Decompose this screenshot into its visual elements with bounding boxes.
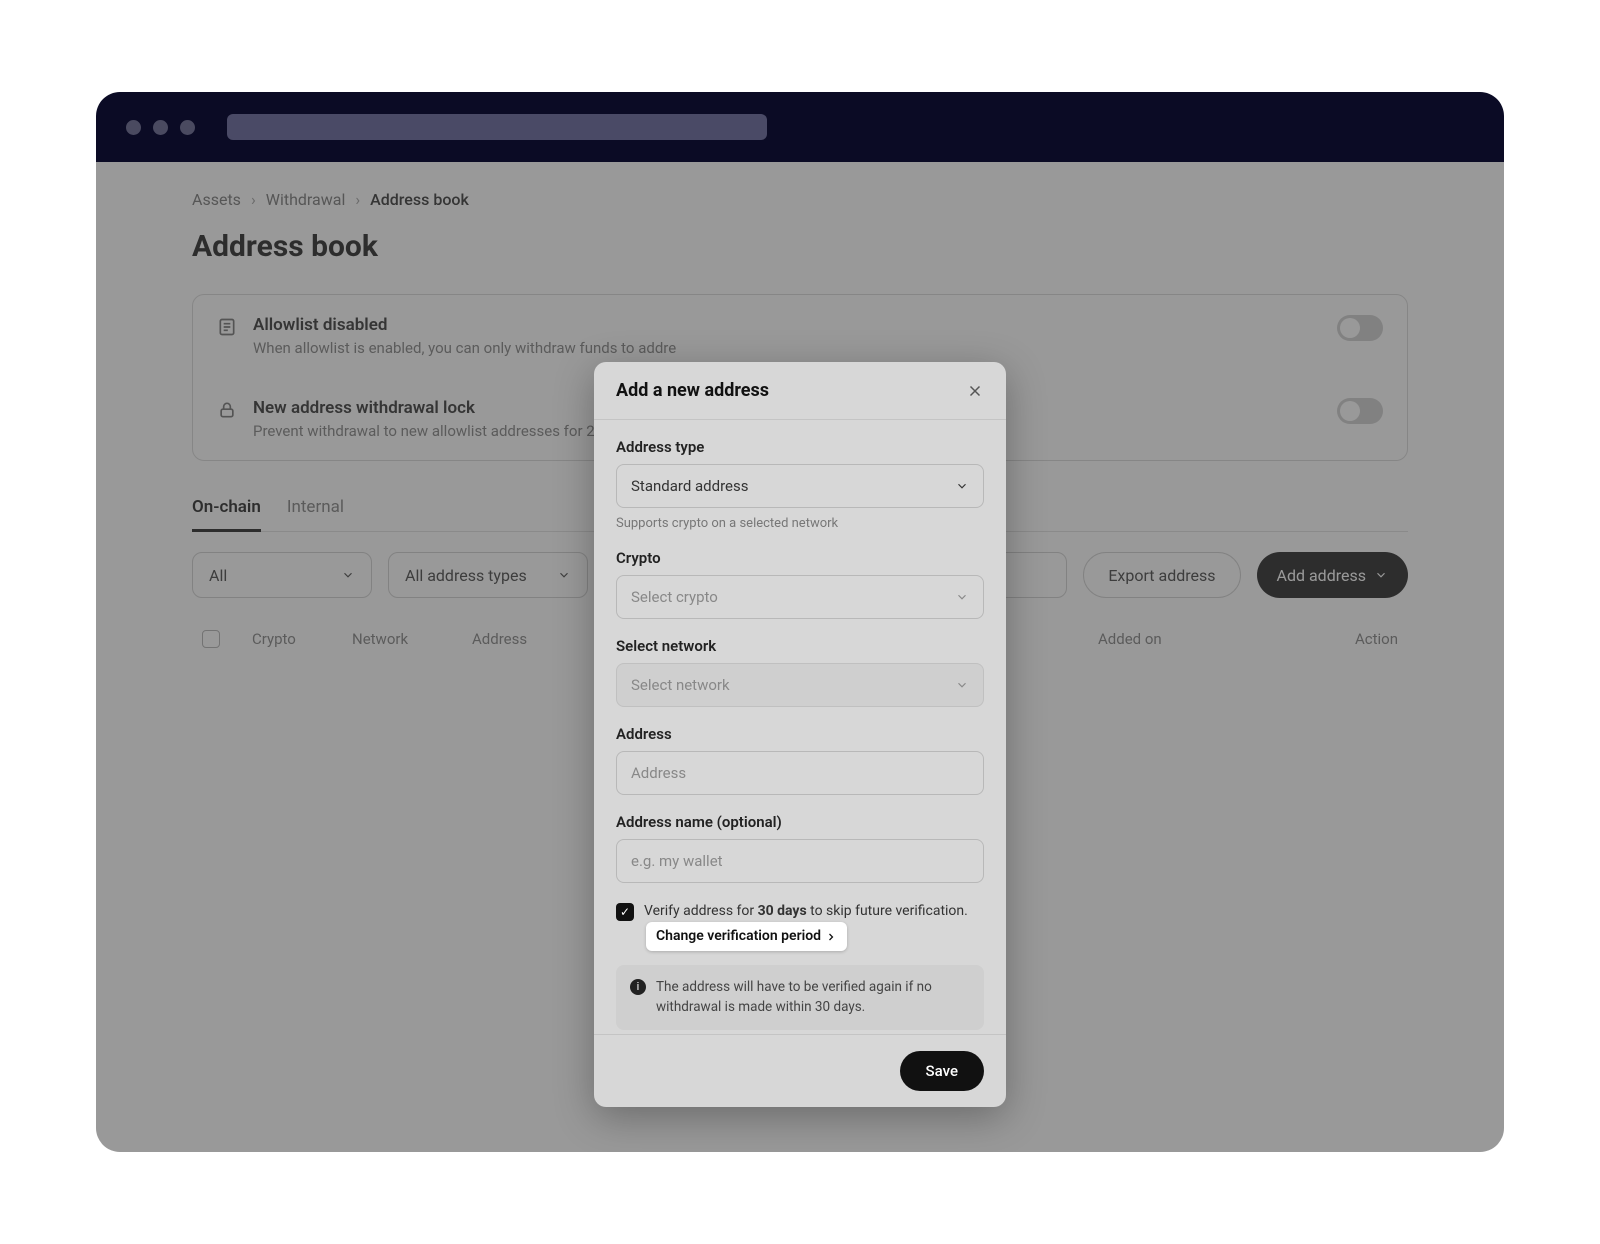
browser-titlebar: [96, 92, 1504, 162]
network-label: Select network: [616, 637, 984, 655]
address-type-hint: Supports crypto on a selected network: [616, 516, 984, 531]
chevron-down-icon: [955, 479, 969, 493]
address-type-value: Standard address: [631, 477, 748, 495]
traffic-light-close-icon: [126, 120, 141, 135]
address-type-label: Address type: [616, 438, 984, 456]
change-period-label: Change verification period: [656, 926, 821, 947]
page-area: Assets › Withdrawal › Address book Addre…: [96, 162, 1504, 1152]
change-verification-period-button[interactable]: Change verification period: [646, 922, 847, 951]
chevron-down-icon: [955, 678, 969, 692]
save-button[interactable]: Save: [900, 1051, 984, 1091]
outer-frame: Assets › Withdrawal › Address book Addre…: [40, 36, 1560, 1208]
traffic-light-min-icon: [153, 120, 168, 135]
verify-bold: 30 days: [758, 903, 807, 919]
address-input[interactable]: [616, 751, 984, 795]
network-select[interactable]: Select network: [616, 663, 984, 707]
close-icon[interactable]: [966, 382, 984, 400]
network-placeholder: Select network: [631, 676, 730, 694]
modal-body: Address type Standard address Supports c…: [594, 420, 1006, 1034]
modal-header: Add a new address: [594, 362, 1006, 420]
info-text: The address will have to be verified aga…: [656, 977, 970, 1018]
verify-post: to skip future verification.: [807, 903, 968, 919]
verify-text: Verify address for 30 days to skip futur…: [644, 901, 984, 951]
crypto-select[interactable]: Select crypto: [616, 575, 984, 619]
chevron-right-icon: [825, 931, 837, 943]
address-type-select[interactable]: Standard address: [616, 464, 984, 508]
crypto-label: Crypto: [616, 549, 984, 567]
address-name-label: Address name (optional): [616, 813, 984, 831]
verify-checkbox[interactable]: ✓: [616, 903, 634, 921]
address-name-input[interactable]: [616, 839, 984, 883]
browser-mock: Assets › Withdrawal › Address book Addre…: [96, 92, 1504, 1152]
add-address-modal: Add a new address Address type Standard …: [594, 362, 1006, 1107]
chevron-down-icon: [955, 590, 969, 604]
verify-row: ✓ Verify address for 30 days to skip fut…: [616, 901, 984, 951]
info-icon: i: [630, 979, 646, 995]
modal-footer: Save: [594, 1034, 1006, 1107]
url-bar[interactable]: [227, 114, 767, 140]
modal-title: Add a new address: [616, 380, 769, 401]
crypto-placeholder: Select crypto: [631, 588, 718, 606]
verify-pre: Verify address for: [644, 903, 758, 919]
info-box: i The address will have to be verified a…: [616, 965, 984, 1030]
address-label: Address: [616, 725, 984, 743]
traffic-light-max-icon: [180, 120, 195, 135]
